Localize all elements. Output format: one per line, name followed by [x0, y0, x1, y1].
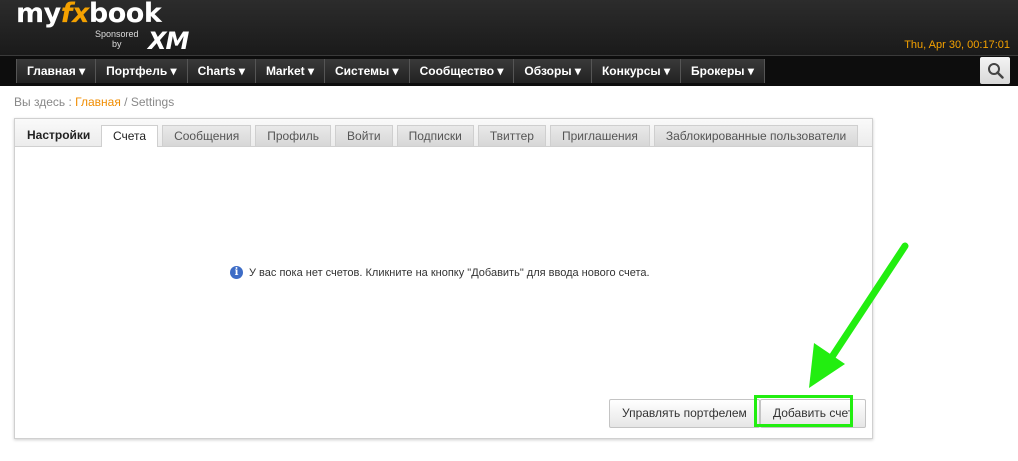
annotation-arrow-icon — [809, 242, 909, 388]
